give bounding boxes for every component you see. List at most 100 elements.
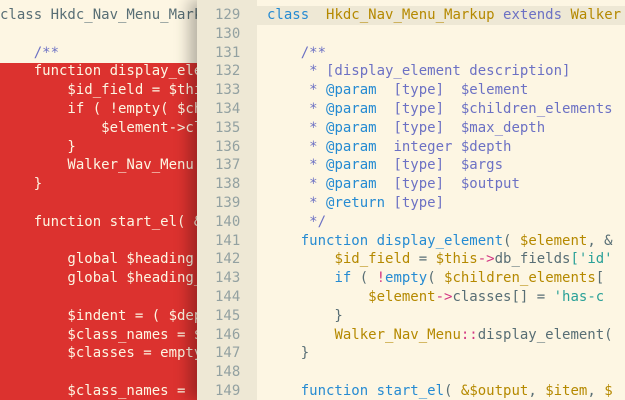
code-token: start_el bbox=[376, 383, 445, 399]
right-editor-pane[interactable]: 129 class Hkdc_Nav_Menu_Markup extends Wa… bbox=[197, 0, 625, 400]
code-token: :: bbox=[460, 326, 478, 343]
code-token: @param bbox=[326, 119, 377, 136]
code-line: Walker_Nav_Menu::display_element( bbox=[267, 326, 613, 345]
code-token: ( bbox=[503, 232, 520, 249]
code-line: function display_element( $element, & bbox=[267, 232, 613, 251]
code-token: 'has-c bbox=[553, 289, 605, 305]
left-code-line: if ( !empty( $ch bbox=[0, 101, 203, 117]
left-code-line: function display_ele bbox=[0, 63, 203, 80]
code-token: , & bbox=[587, 232, 613, 249]
code-token: function bbox=[300, 383, 369, 399]
code-token: $element bbox=[368, 289, 436, 305]
left-code-line: } bbox=[0, 176, 43, 193]
code-token: [type] $args bbox=[376, 157, 504, 174]
left-code-line: $id_field = $thi bbox=[0, 82, 203, 99]
code-token: = bbox=[410, 251, 436, 268]
code-token: -> bbox=[435, 289, 453, 305]
line-number: 137 bbox=[215, 157, 241, 174]
code-line: class Hkdc_Nav_Menu_Markup extends Walke… bbox=[267, 6, 621, 25]
code-token: ! bbox=[376, 270, 386, 287]
line-number: 140 bbox=[215, 213, 241, 230]
code-token: * bbox=[267, 82, 327, 99]
line-number: 143 bbox=[215, 270, 241, 287]
code-token: * bbox=[267, 101, 327, 117]
code-line: } bbox=[267, 307, 342, 326]
code-token: * bbox=[267, 138, 327, 155]
line-number: 135 bbox=[215, 119, 241, 136]
code-token: * bbox=[267, 157, 327, 174]
code-token: */ bbox=[267, 213, 327, 230]
line-number: 130 bbox=[215, 25, 241, 42]
code-token: ( bbox=[351, 270, 377, 287]
code-token: * [display_element description] bbox=[267, 63, 571, 80]
code-token: $element bbox=[519, 232, 588, 249]
code-line: * @param integer $depth bbox=[267, 138, 511, 157]
left-code-line: } bbox=[0, 138, 76, 155]
code-token: [type] $element bbox=[376, 82, 529, 99]
line-number: 129 bbox=[215, 7, 241, 23]
code-line: function start_el( &$output, $item, $ bbox=[267, 382, 613, 400]
line-number: 134 bbox=[215, 101, 241, 117]
code-token: ( bbox=[444, 383, 461, 399]
line-number: 147 bbox=[215, 345, 241, 362]
code-token: @return bbox=[326, 195, 386, 211]
line-number: 141 bbox=[215, 232, 241, 249]
code-line: * @param [type] $element bbox=[267, 81, 528, 100]
code-token: $this bbox=[435, 251, 478, 268]
left-editor-pane[interactable]: class Hkdc_Nav_Menu_Markup /** function … bbox=[0, 0, 215, 400]
code-line: */ bbox=[267, 213, 326, 232]
code-token: function bbox=[300, 232, 369, 249]
code-token: display_element bbox=[376, 232, 504, 249]
left-code-line: /** bbox=[0, 44, 60, 61]
left-code-line: global $heading bbox=[0, 251, 194, 268]
code-token: @param bbox=[326, 138, 377, 155]
code-token: * bbox=[267, 176, 327, 193]
line-number: 139 bbox=[215, 195, 241, 211]
code-token: @param bbox=[326, 82, 377, 99]
code-token: &$output bbox=[460, 383, 529, 399]
code-token: db_fields bbox=[494, 251, 571, 268]
code-token: @param bbox=[326, 176, 377, 193]
line-number: 145 bbox=[215, 307, 241, 324]
code-line: * @param [type] $output bbox=[267, 175, 520, 194]
code-token: $children_elements bbox=[444, 270, 596, 287]
code-token: } bbox=[267, 345, 310, 362]
code-token: class bbox=[267, 7, 310, 23]
code-token: @param bbox=[326, 157, 377, 174]
code-line: * @param [type] $args bbox=[267, 156, 503, 175]
code-token: -> bbox=[477, 251, 495, 268]
line-number: 131 bbox=[215, 44, 241, 61]
code-token: [ bbox=[595, 270, 605, 287]
code-token: ( bbox=[427, 270, 445, 287]
code-token: * bbox=[267, 195, 327, 211]
code-token: integer $depth bbox=[376, 138, 512, 155]
code-token: @param bbox=[326, 101, 377, 117]
code-token: display_element( bbox=[477, 326, 613, 343]
left-code-line: function start_el( & bbox=[0, 213, 203, 230]
line-number: 149 bbox=[215, 383, 241, 399]
line-number: 138 bbox=[215, 176, 241, 193]
code-token: /** bbox=[267, 44, 327, 61]
code-token: Walker bbox=[570, 7, 622, 23]
code-token: Hkdc_Nav_Menu_Markup bbox=[326, 7, 495, 23]
left-code-line: $element->cl bbox=[0, 119, 203, 136]
code-token: $id_field bbox=[334, 251, 411, 268]
code-token: [type] $children_elements bbox=[376, 101, 613, 117]
code-line: $id_field = $this->db_fields['id' bbox=[267, 250, 613, 269]
left-code-line: $class_names = $ bbox=[0, 326, 203, 343]
code-token: , bbox=[528, 383, 546, 399]
code-token: * bbox=[267, 119, 327, 136]
code-token: ['id' bbox=[570, 251, 613, 268]
line-number: 132 bbox=[215, 63, 241, 80]
code-token: empty bbox=[385, 270, 428, 287]
code-token: $ bbox=[604, 383, 613, 399]
